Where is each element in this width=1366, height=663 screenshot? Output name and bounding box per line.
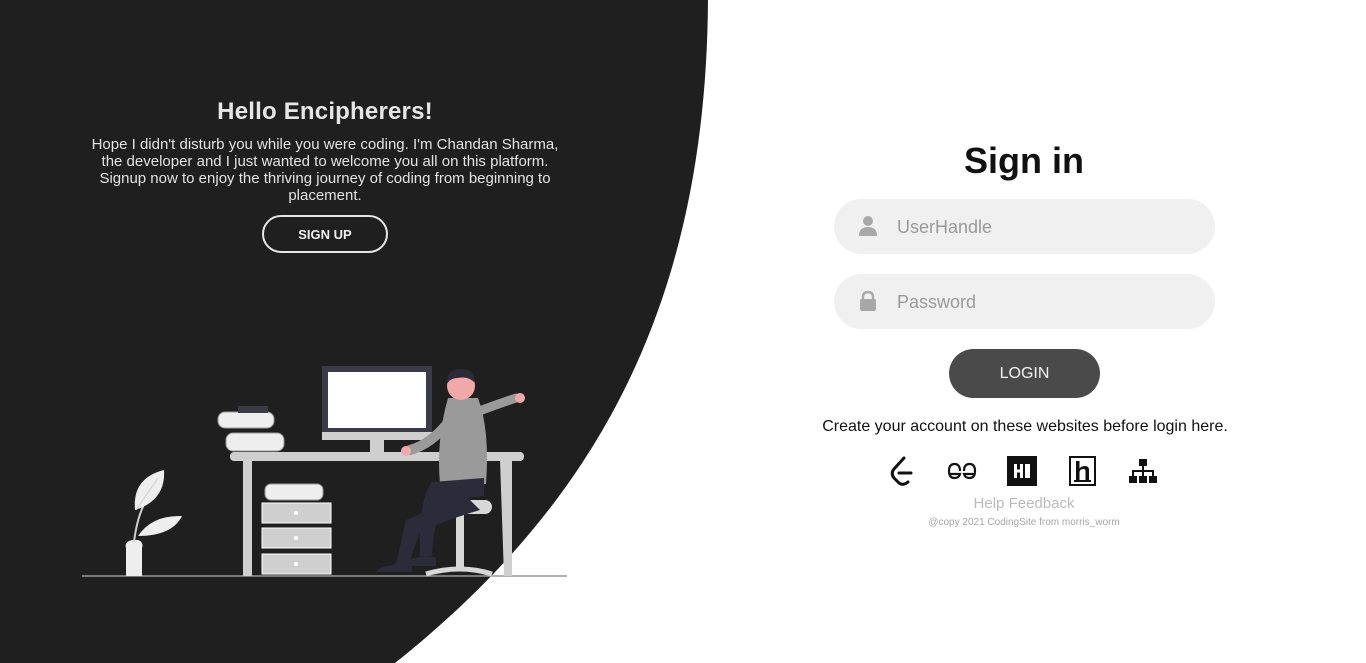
coding-sites-links: [886, 455, 1158, 489]
welcome-message: Hope I didn't disturb you while you were…: [91, 136, 559, 204]
geeksforgeeks-icon[interactable]: [947, 455, 977, 487]
sitemap-icon[interactable]: [1128, 455, 1158, 487]
developer-desk-illustration: [82, 366, 567, 577]
copyright-text: @copy 2021 CodingSite from morris_worm: [928, 517, 1120, 528]
hackerrank-icon[interactable]: [1007, 455, 1037, 487]
password-input[interactable]: [895, 274, 1199, 331]
lock-icon: [860, 291, 876, 311]
username-field[interactable]: [834, 199, 1215, 256]
leetcode-icon[interactable]: [886, 455, 916, 487]
sign-in-title: Sign in: [964, 140, 1084, 181]
welcome-panel: Hello Encipherers! Hope I didn't disturb…: [80, 98, 570, 253]
hackerearth-icon[interactable]: [1068, 455, 1098, 487]
help-feedback-link[interactable]: Help Feedback: [834, 495, 1214, 512]
create-account-text: Create your account on these websites be…: [822, 418, 1228, 435]
username-input[interactable]: [895, 199, 1199, 256]
password-field[interactable]: [834, 274, 1215, 331]
user-icon: [859, 216, 877, 236]
welcome-title: Hello Encipherers!: [217, 98, 433, 125]
sign-up-button[interactable]: SIGN UP: [262, 215, 388, 253]
login-button[interactable]: LOGIN: [949, 349, 1100, 398]
page: Hello Encipherers! Hope I didn't disturb…: [0, 0, 1366, 663]
